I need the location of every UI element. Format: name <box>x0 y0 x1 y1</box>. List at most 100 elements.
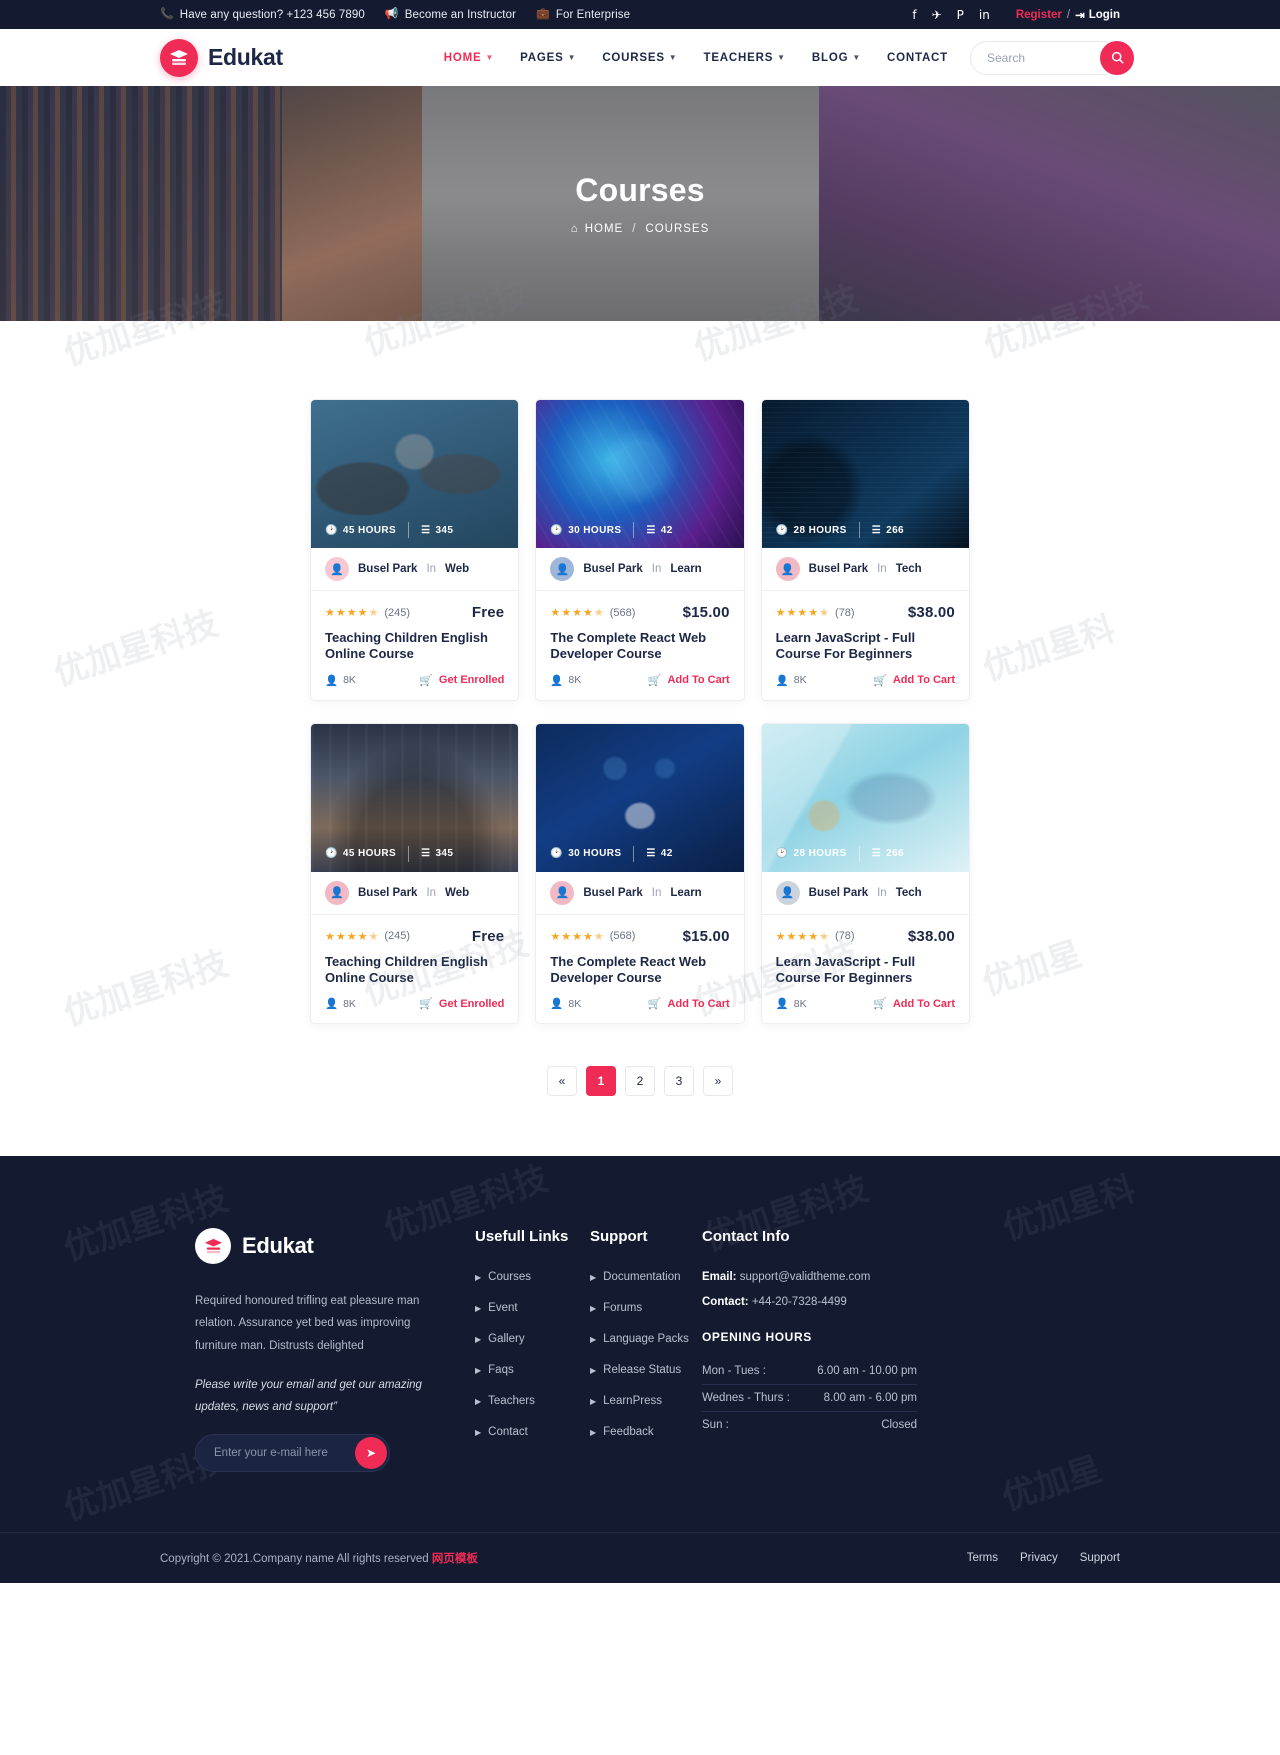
course-category[interactable]: Web <box>445 563 469 575</box>
user-icon: 👤 <box>325 674 339 687</box>
author-name[interactable]: Busel Park <box>583 887 642 899</box>
course-thumbnail[interactable]: 🕑 45 HOURS ☰ 345 <box>311 723 519 872</box>
course-duration: 🕑 30 HOURS <box>550 525 621 536</box>
nav-item-pages[interactable]: PAGES ▼ <box>520 52 576 64</box>
course-meta-bar: 🕑 28 HOURS ☰ 266 <box>762 845 969 862</box>
list-item: ▶ Courses <box>475 1271 590 1283</box>
course-card[interactable]: 🕑 28 HOURS ☰ 266 👤 Busel Park In Tech ★ ★ ★ ★ ★ (78) $… <box>760 399 970 701</box>
course-category[interactable]: Tech <box>896 887 922 899</box>
email-value[interactable]: support@validtheme.com <box>740 1271 871 1283</box>
rating-count: (568) <box>609 930 636 942</box>
contact-value[interactable]: +44-20-7328-4499 <box>752 1296 847 1308</box>
linkedin-icon[interactable]: in <box>979 9 990 21</box>
useful-link-1[interactable]: ▶ Event <box>475 1302 590 1314</box>
twitter-icon[interactable]: ✈ <box>932 9 942 21</box>
search-input[interactable] <box>970 40 1120 75</box>
support-link-1[interactable]: ▶ Forums <box>590 1302 702 1314</box>
for-enterprise-link[interactable]: 💼 For Enterprise <box>536 9 630 21</box>
useful-link-3[interactable]: ▶ Faqs <box>475 1364 590 1376</box>
pinterest-icon[interactable]: P <box>957 9 964 21</box>
course-card[interactable]: 🕑 45 HOURS ☰ 345 👤 Busel Park In Web ★ ★ ★ ★ ★ (245) F… <box>310 722 520 1024</box>
nav-item-teachers[interactable]: TEACHERS ▼ <box>704 52 786 64</box>
pagination-page-3[interactable]: 3 <box>664 1066 694 1096</box>
course-cta-button[interactable]: 🛒 Add To Cart <box>648 997 730 1011</box>
useful-link-2[interactable]: ▶ Gallery <box>475 1333 590 1345</box>
course-thumbnail[interactable]: 🕑 45 HOURS ☰ 345 <box>311 400 519 548</box>
author-name[interactable]: Busel Park <box>358 563 417 575</box>
brand-logo[interactable]: Edukat <box>160 38 283 77</box>
course-cta-button[interactable]: 🛒 Get Enrolled <box>419 997 504 1011</box>
course-category[interactable]: Web <box>445 887 469 899</box>
support-link-0[interactable]: ▶ Documentation <box>590 1271 702 1283</box>
course-thumbnail[interactable]: 🕑 28 HOURS ☰ 266 <box>761 723 969 872</box>
star-icon: ★ <box>775 930 786 943</box>
course-card[interactable]: 🕑 30 HOURS ☰ 42 👤 Busel Park In Learn ★ ★ ★ ★ ★ (568)… <box>535 399 745 701</box>
phone-info[interactable]: 📞 Have any question? +123 456 7890 <box>160 9 365 21</box>
copyright-template-link[interactable]: 网页模板 <box>432 1553 478 1565</box>
course-cta-label: Add To Cart <box>892 674 955 686</box>
course-thumbnail[interactable]: 🕑 30 HOURS ☰ 42 <box>536 400 744 548</box>
breadcrumb-home-link[interactable]: ⌂ HOME <box>571 223 623 235</box>
useful-link-5[interactable]: ▶ Contact <box>475 1426 590 1438</box>
pagination-page-1[interactable]: 1 <box>586 1066 616 1096</box>
course-cta-button[interactable]: 🛒 Add To Cart <box>873 674 955 687</box>
course-cta-button[interactable]: 🛒 Add To Cart <box>873 997 955 1011</box>
become-instructor-link[interactable]: 📢 Become an Instructor <box>385 9 516 21</box>
support-link-4[interactable]: ▶ LearnPress <box>590 1395 702 1407</box>
pagination-prev[interactable]: « <box>547 1066 577 1096</box>
course-title[interactable]: The Complete React Web Developer Course <box>550 630 729 663</box>
course-category[interactable]: Learn <box>670 563 701 575</box>
course-cta-button[interactable]: 🛒 Get Enrolled <box>419 674 504 687</box>
nav-item-blog[interactable]: BLOG ▼ <box>812 52 861 64</box>
course-title[interactable]: Teaching Children English Online Course <box>325 630 504 663</box>
course-category[interactable]: Tech <box>896 563 922 575</box>
author-name[interactable]: Busel Park <box>358 887 417 899</box>
course-students: 👤 8K <box>550 997 581 1011</box>
support-link[interactable]: Support <box>1080 1552 1120 1564</box>
register-link[interactable]: Register <box>1016 9 1062 21</box>
breadcrumb-home-label: HOME <box>584 223 624 235</box>
pagination-page-2[interactable]: 2 <box>625 1066 655 1096</box>
course-cta-button[interactable]: 🛒 Add To Cart <box>648 674 730 687</box>
nav-item-courses[interactable]: COURSES ▼ <box>602 52 677 64</box>
author-name[interactable]: Busel Park <box>809 563 868 575</box>
terms-link[interactable]: Terms <box>967 1552 998 1564</box>
useful-link-4[interactable]: ▶ Teachers <box>475 1395 590 1407</box>
clock-icon: 🕑 <box>550 848 564 859</box>
support-link-5[interactable]: ▶ Feedback <box>590 1426 702 1438</box>
course-price: $15.00 <box>682 604 730 621</box>
rating-count: (78) <box>835 606 855 619</box>
course-category[interactable]: Learn <box>670 887 701 899</box>
course-lessons-label: 345 <box>435 524 454 536</box>
privacy-link[interactable]: Privacy <box>1020 1552 1058 1564</box>
link-label: Language Packs <box>603 1333 689 1345</box>
chevron-right-icon: ▶ <box>590 1334 597 1344</box>
course-lessons: ☰ 345 <box>421 848 453 859</box>
facebook-icon[interactable]: f <box>912 9 916 21</box>
support-link-3[interactable]: ▶ Release Status <box>590 1364 702 1376</box>
course-card[interactable]: 🕑 28 HOURS ☰ 266 👤 Busel Park In Tech ★ ★ ★ ★ ★ (78) $… <box>760 722 970 1024</box>
useful-link-0[interactable]: ▶ Courses <box>475 1271 590 1283</box>
author-name[interactable]: Busel Park <box>583 563 642 575</box>
support-link-2[interactable]: ▶ Language Packs <box>590 1333 702 1345</box>
pagination-next[interactable]: » <box>703 1066 733 1096</box>
course-author-row: 👤 Busel Park In Tech <box>761 872 969 915</box>
course-card[interactable]: 🕑 45 HOURS ☰ 345 👤 Busel Park In Web ★ ★ ★ ★ ★ (245) F… <box>310 399 520 701</box>
course-thumbnail[interactable]: 🕑 30 HOURS ☰ 42 <box>536 723 744 872</box>
course-title[interactable]: The Complete React Web Developer Course <box>550 954 729 987</box>
author-in-word: In <box>426 563 437 575</box>
course-title[interactable]: Learn JavaScript - Full Course For Begin… <box>776 630 955 663</box>
search-button[interactable] <box>1100 40 1134 75</box>
author-name[interactable]: Busel Park <box>809 887 868 899</box>
footer-logo[interactable]: Edukat <box>195 1228 435 1264</box>
course-card[interactable]: 🕑 30 HOURS ☰ 42 👤 Busel Park In Learn ★ ★ ★ ★ ★ (568)… <box>535 722 745 1024</box>
newsletter-submit-button[interactable]: ➤ <box>355 1436 387 1469</box>
course-title[interactable]: Learn JavaScript - Full Course For Begin… <box>776 954 955 987</box>
login-link[interactable]: ⇥ Login <box>1075 8 1120 22</box>
students-count: 8K <box>793 674 807 686</box>
course-title[interactable]: Teaching Children English Online Course <box>325 954 504 987</box>
nav-item-home[interactable]: HOME ▼ <box>444 52 494 64</box>
course-thumbnail[interactable]: 🕑 28 HOURS ☰ 266 <box>761 400 969 548</box>
chevron-right-icon: ▶ <box>475 1334 482 1344</box>
nav-item-contact[interactable]: CONTACT <box>887 52 948 64</box>
